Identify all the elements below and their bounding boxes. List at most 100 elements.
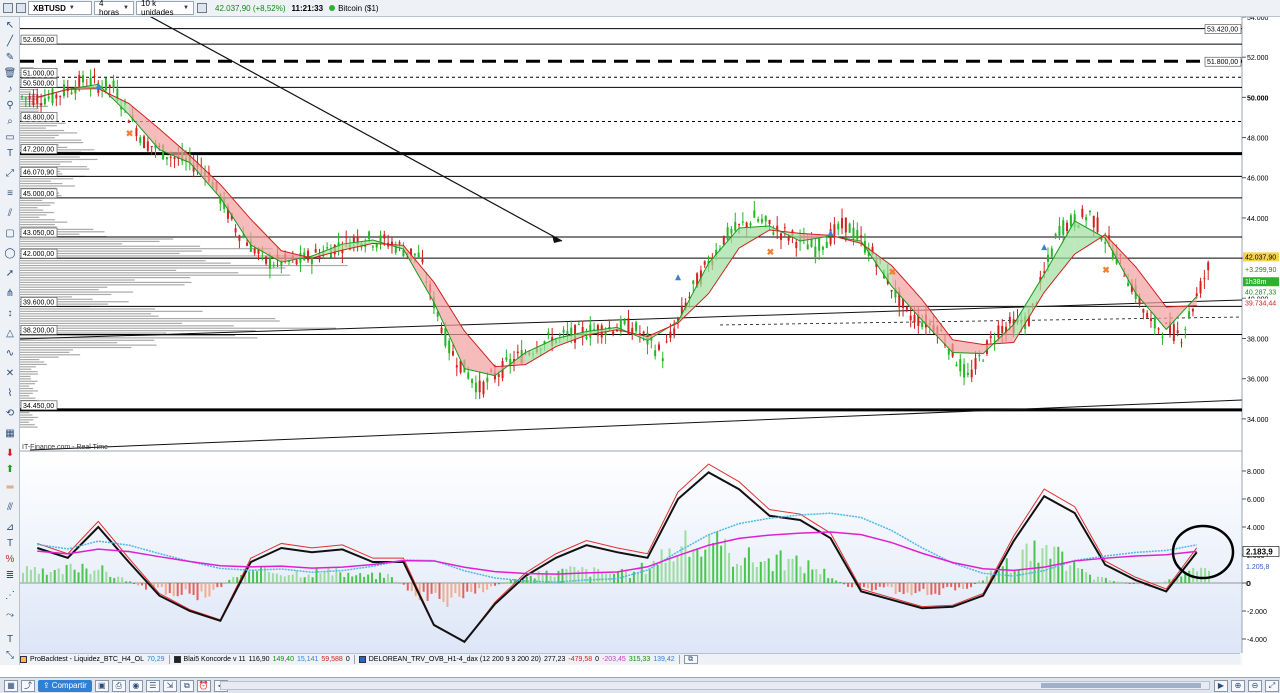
candle-body [989, 336, 992, 339]
volume-profile-bar [20, 141, 84, 144]
histogram-bar [823, 568, 826, 583]
histogram-bar [236, 577, 239, 583]
histogram-bar [323, 570, 326, 583]
zoom-out-icon[interactable]: ⊖ [1248, 680, 1262, 692]
histogram-bar [807, 560, 810, 583]
histogram-bar [228, 579, 231, 583]
histogram-bar [315, 568, 318, 583]
candle-body [1127, 282, 1130, 287]
volume-profile-bar [20, 134, 59, 136]
chart-type-icon[interactable]: ⤴ [21, 679, 35, 692]
candle-body [665, 341, 668, 343]
zoom-in-icon[interactable]: ⊕ [1231, 680, 1245, 692]
candle-body [959, 359, 962, 372]
scroll-right-icon[interactable]: ▶ [1214, 680, 1228, 692]
histogram-bar [141, 583, 143, 586]
histogram-bar [1041, 548, 1044, 583]
candle-body [265, 256, 268, 264]
volume-profile-bar [20, 272, 239, 274]
level-label: 43.050,00 [20, 227, 58, 238]
legend-item-probacktest[interactable]: ProBacktest - Liquidez_BTC_H4_OL 70,29 [20, 655, 165, 663]
legend-item-delorean[interactable]: DELOREAN_TRV_OVB_H1-4_dax (12 200 9 3 20… [358, 655, 675, 663]
candle-body [368, 231, 371, 240]
candle-body [28, 95, 31, 99]
menu-icon[interactable] [3, 3, 13, 13]
horizontal-scrollbar[interactable] [220, 681, 1210, 690]
volume-profile-bar [20, 240, 160, 243]
legend-item-koncorde[interactable]: Blai5 Koncorde v 11 116,90 149,40 15,141… [173, 655, 350, 663]
osc-value-label: 2.183,9 [1246, 547, 1273, 556]
histogram-bar [827, 578, 830, 583]
histogram-bar [1180, 576, 1183, 583]
calendar-icon[interactable]: ▣ [94, 679, 109, 692]
list-icon[interactable]: ☰ [145, 679, 160, 692]
volume-profile-bar [20, 105, 49, 108]
candle-body [421, 259, 424, 263]
units-selector[interactable]: 10 k unidades ▼ [136, 0, 194, 17]
histogram-bar [906, 583, 909, 593]
histogram-bar [747, 547, 750, 583]
volume-profile-bar [20, 339, 155, 341]
candle-body [795, 242, 798, 248]
timeframe-selector[interactable]: 4 horas ▼ [94, 0, 134, 17]
candle-body [966, 372, 969, 375]
y-tick-label: 48.000 [1247, 136, 1269, 143]
histogram-bar [1061, 551, 1064, 583]
candle-body [310, 258, 313, 265]
y-tick-label: 8.000 [1247, 469, 1265, 476]
chevron-down-icon: ▼ [68, 5, 75, 11]
volume-profile-bar [20, 100, 34, 103]
candle-body [93, 75, 96, 78]
histogram-bar [684, 530, 687, 583]
candle-body [1153, 317, 1156, 329]
trading-chart-app: XBTUSD ▼ 4 horas ▼ 10 k unidades ▼ 42.03… [0, 0, 1280, 693]
histogram-bar [462, 583, 465, 599]
candle-body [760, 219, 763, 223]
histogram-bar [926, 583, 929, 596]
candle-body [59, 96, 62, 98]
volume-profile-bar [20, 110, 39, 112]
layout-icon[interactable] [16, 3, 26, 13]
histogram-bar [208, 583, 211, 597]
candle-body [413, 253, 416, 256]
volume-profile-bar [20, 139, 82, 141]
window-icon[interactable]: ⧉ [179, 679, 194, 692]
alarm-icon[interactable]: ⏰ [196, 679, 211, 692]
add-chart-icon[interactable]: ▦ [4, 679, 18, 692]
fit-icon[interactable]: ⤢ [1265, 680, 1279, 692]
scrollbar-thumb[interactable] [1041, 683, 1201, 688]
volume-profile-bar [20, 366, 36, 368]
settings-icon[interactable] [197, 3, 207, 13]
candle-body [486, 377, 489, 383]
countdown-label: 1h38m [1245, 279, 1267, 286]
candle-body [1088, 211, 1091, 213]
change-label: +3.299,90 [1245, 267, 1276, 274]
histogram-bar [379, 572, 381, 583]
candle-body [1092, 216, 1095, 228]
histogram-bar [65, 564, 68, 583]
level-label: 38.200,00 [20, 325, 58, 335]
legend-value: 149,40 [272, 655, 294, 663]
histogram-bar [1188, 570, 1191, 583]
share-button[interactable]: ⇪ Compartir [38, 679, 92, 692]
chart-canvas[interactable]: ✖ ✖ ✖ ✖ 52.650,00 51.000,00 50.500,00 48.800,00… [0, 17, 1280, 665]
candle-body [818, 236, 821, 251]
y-tick-label: 44.000 [1247, 216, 1269, 223]
window-icon[interactable]: ⧉ [683, 654, 698, 664]
candle-body [921, 322, 924, 327]
candle-body [757, 219, 760, 222]
symbol-selector[interactable]: XBTUSD ▼ [28, 1, 92, 15]
candle-body [955, 364, 958, 366]
volume-profile-bar [20, 269, 177, 271]
histogram-bar [882, 583, 885, 588]
print-icon[interactable]: ⎙ [111, 679, 126, 692]
volume-profile-bar [20, 346, 132, 349]
histogram-bar [188, 583, 191, 594]
camera-icon[interactable]: ◉ [128, 679, 143, 692]
histogram-bar [97, 569, 100, 583]
candle-body [482, 381, 485, 395]
clock-time: 11:21:33 [291, 3, 324, 13]
export-icon[interactable]: ⇲ [162, 679, 177, 692]
candle-body [722, 235, 725, 245]
candle-body [135, 128, 138, 137]
